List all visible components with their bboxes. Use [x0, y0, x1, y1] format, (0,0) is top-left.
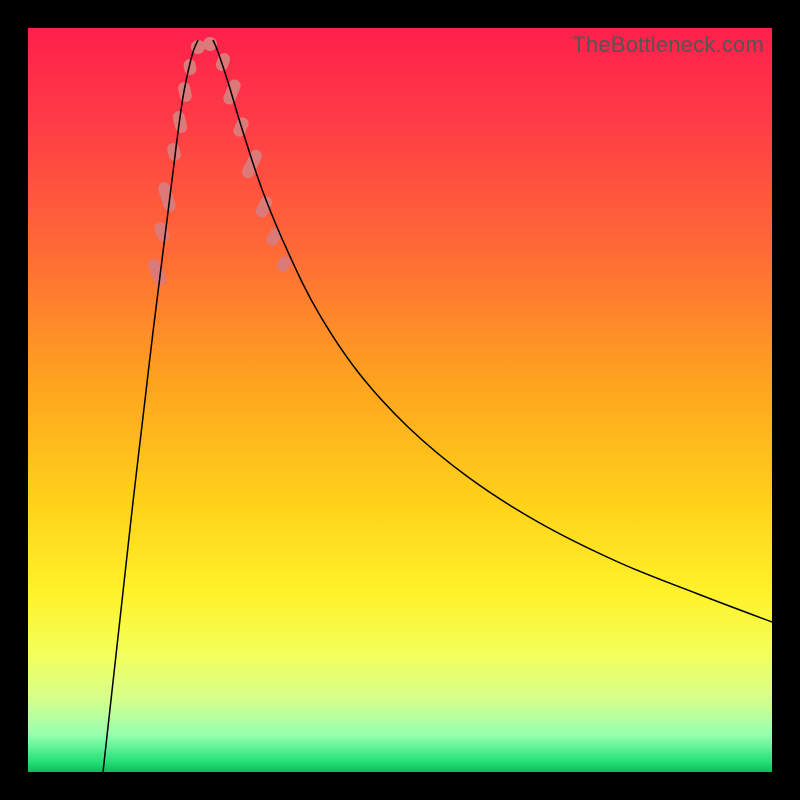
marker-group: [146, 37, 293, 287]
data-marker: [254, 194, 275, 219]
data-marker: [153, 221, 171, 244]
curve-layer: [28, 28, 772, 772]
curve-left: [103, 40, 198, 772]
curve-right: [213, 40, 772, 622]
watermark-text: TheBottleneck.com: [572, 32, 764, 58]
data-marker: [240, 148, 264, 180]
data-marker: [214, 51, 231, 72]
data-marker: [146, 257, 168, 287]
chart-frame: TheBottleneck.com: [28, 28, 772, 772]
data-marker: [222, 78, 243, 107]
data-marker: [157, 181, 178, 213]
plot-area: TheBottleneck.com: [28, 28, 772, 772]
